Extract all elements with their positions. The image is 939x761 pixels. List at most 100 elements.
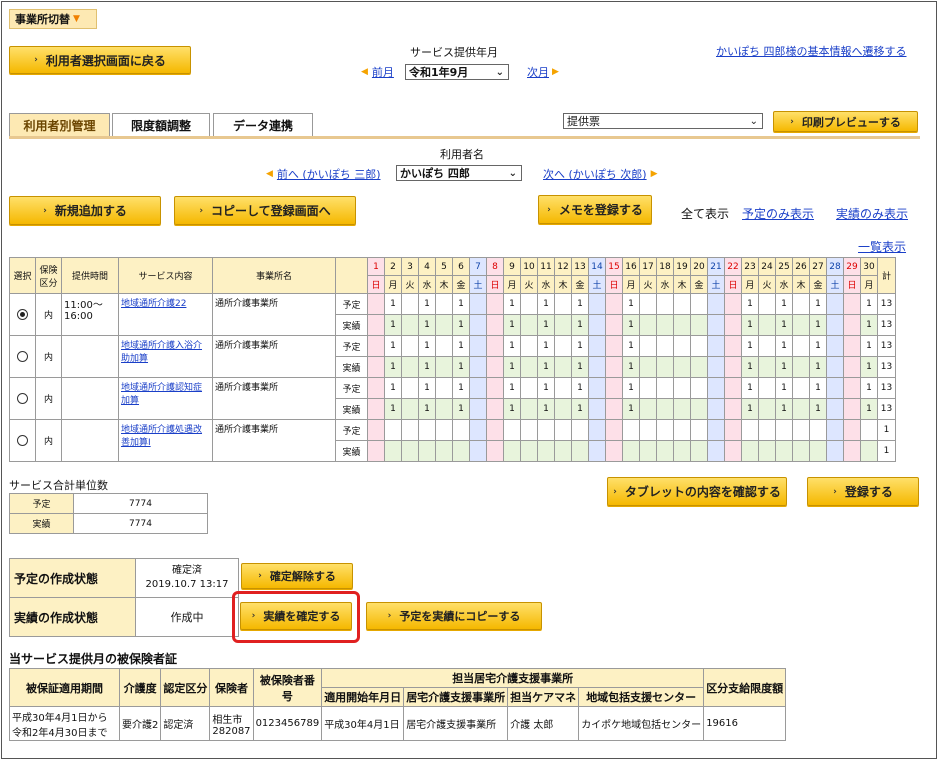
actual-cell[interactable] — [656, 440, 674, 462]
plan-cell[interactable] — [792, 419, 810, 441]
actual-cell[interactable] — [673, 398, 691, 420]
plan-cell[interactable] — [605, 293, 623, 315]
actual-cell[interactable] — [520, 440, 538, 462]
back-to-user-select-button[interactable]: › 利用者選択画面に戻る — [9, 46, 191, 74]
actual-cell[interactable] — [486, 356, 504, 378]
plan-cell[interactable] — [367, 419, 385, 441]
actual-cell[interactable] — [639, 398, 657, 420]
plan-cell[interactable] — [656, 293, 674, 315]
actual-cell[interactable] — [826, 356, 844, 378]
plan-cell[interactable] — [503, 419, 521, 441]
actual-cell[interactable] — [758, 440, 776, 462]
actual-cell[interactable]: 1 — [860, 314, 878, 336]
actual-cell[interactable] — [469, 314, 487, 336]
plan-cell[interactable] — [367, 293, 385, 315]
plan-cell[interactable] — [554, 335, 572, 357]
actual-cell[interactable]: 1 — [809, 398, 827, 420]
row-service-link[interactable]: 地域通所介護22 — [121, 299, 186, 309]
plan-cell[interactable] — [673, 377, 691, 399]
actual-cell[interactable]: 1 — [622, 356, 640, 378]
plan-cell[interactable] — [639, 335, 657, 357]
plan-cell[interactable]: 1 — [571, 335, 589, 357]
plan-cell[interactable] — [520, 335, 538, 357]
actual-cell[interactable] — [367, 440, 385, 462]
plan-cell[interactable] — [571, 419, 589, 441]
actual-cell[interactable]: 1 — [571, 398, 589, 420]
plan-cell[interactable] — [605, 335, 623, 357]
actual-cell[interactable]: 1 — [452, 314, 470, 336]
actual-cell[interactable] — [554, 398, 572, 420]
actual-cell[interactable] — [622, 440, 640, 462]
actual-cell[interactable] — [554, 314, 572, 336]
actual-cell[interactable]: 1 — [452, 356, 470, 378]
plan-cell[interactable] — [469, 377, 487, 399]
plan-cell[interactable] — [588, 377, 606, 399]
actual-cell[interactable]: 1 — [418, 356, 436, 378]
plan-cell[interactable] — [673, 293, 691, 315]
actual-cell[interactable]: 1 — [384, 398, 402, 420]
plan-cell[interactable]: 1 — [384, 377, 402, 399]
actual-cell[interactable] — [435, 356, 453, 378]
unconfirm-button[interactable]: › 確定解除する — [241, 563, 353, 589]
actual-cell[interactable] — [707, 356, 725, 378]
plan-cell[interactable] — [843, 377, 861, 399]
plan-cell[interactable]: 1 — [571, 293, 589, 315]
plan-cell[interactable]: 1 — [503, 293, 521, 315]
plan-cell[interactable] — [401, 335, 419, 357]
plan-cell[interactable]: 1 — [384, 335, 402, 357]
confirm-actual-button[interactable]: › 実績を確定する — [240, 602, 352, 630]
plan-cell[interactable] — [826, 377, 844, 399]
actual-cell[interactable]: 1 — [418, 398, 436, 420]
actual-cell[interactable] — [843, 440, 861, 462]
plan-cell[interactable] — [435, 419, 453, 441]
plan-cell[interactable] — [469, 293, 487, 315]
plan-cell[interactable]: 1 — [452, 377, 470, 399]
tab-user-management[interactable]: 利用者別管理 — [9, 113, 110, 137]
plan-cell[interactable] — [520, 419, 538, 441]
actual-cell[interactable] — [588, 398, 606, 420]
actual-cell[interactable]: 1 — [503, 314, 521, 336]
actual-cell[interactable]: 1 — [571, 356, 589, 378]
plan-cell[interactable]: 1 — [503, 335, 521, 357]
plan-cell[interactable]: 1 — [775, 335, 793, 357]
actual-cell[interactable]: 1 — [418, 314, 436, 336]
actual-cell[interactable]: 1 — [809, 356, 827, 378]
actual-cell[interactable] — [673, 440, 691, 462]
user-select[interactable]: かいぽち 四郎 ⌄ — [396, 165, 522, 181]
actual-cell[interactable] — [486, 314, 504, 336]
plan-cell[interactable]: 1 — [860, 293, 878, 315]
plan-cell[interactable]: 1 — [418, 293, 436, 315]
actual-cell[interactable]: 1 — [537, 398, 555, 420]
plan-cell[interactable]: 1 — [537, 377, 555, 399]
actual-cell[interactable] — [792, 356, 810, 378]
actual-cell[interactable]: 1 — [775, 398, 793, 420]
actual-cell[interactable] — [690, 398, 708, 420]
plan-cell[interactable]: 1 — [503, 377, 521, 399]
actual-cell[interactable] — [792, 398, 810, 420]
row-select-radio[interactable] — [17, 351, 28, 362]
actual-cell[interactable] — [588, 440, 606, 462]
actual-cell[interactable] — [758, 356, 776, 378]
actual-cell[interactable] — [758, 314, 776, 336]
actual-cell[interactable] — [435, 314, 453, 336]
plan-cell[interactable] — [690, 419, 708, 441]
plan-cell[interactable] — [520, 377, 538, 399]
plan-cell[interactable] — [537, 419, 555, 441]
actual-cell[interactable]: 1 — [452, 398, 470, 420]
plan-cell[interactable] — [656, 419, 674, 441]
actual-cell[interactable] — [639, 356, 657, 378]
tablet-check-button[interactable]: › タブレットの内容を確認する — [607, 477, 787, 506]
actual-cell[interactable]: 1 — [741, 398, 759, 420]
tab-limit-adjust[interactable]: 限度額調整 — [112, 113, 210, 137]
actual-cell[interactable] — [435, 440, 453, 462]
plan-cell[interactable]: 1 — [741, 293, 759, 315]
actual-cell[interactable] — [605, 314, 623, 336]
actual-cell[interactable] — [724, 398, 742, 420]
plan-cell[interactable] — [486, 419, 504, 441]
plan-cell[interactable]: 1 — [384, 293, 402, 315]
plan-cell[interactable] — [469, 335, 487, 357]
plan-cell[interactable] — [758, 293, 776, 315]
plan-cell[interactable] — [486, 335, 504, 357]
plan-cell[interactable] — [758, 377, 776, 399]
actual-cell[interactable]: 1 — [537, 314, 555, 336]
